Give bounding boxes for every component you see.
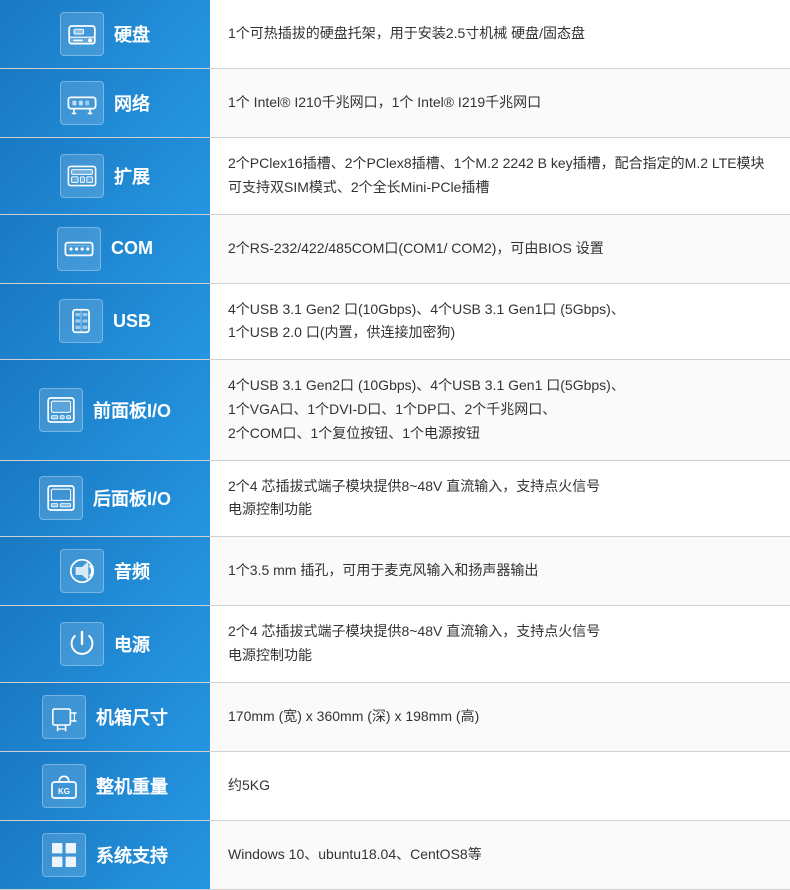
audio-label: 音频 (114, 558, 150, 584)
spec-value-hard-disk: 1个可热插拔的硬盘托架，用于安装2.5寸机械 硬盘/固态盘 (210, 0, 790, 68)
spec-value-text-network: 1个 Intel® I210千兆网口，1个 Intel® I219千兆网口 (228, 91, 541, 115)
front-io-icon (39, 388, 83, 432)
spec-value-text-usb: 4个USB 3.1 Gen2 口(10Gbps)、4个USB 3.1 Gen1口… (228, 298, 625, 346)
spec-value-audio: 1个3.5 mm 插孔，可用于麦克风输入和扬声器输出 (210, 537, 790, 605)
spec-value-com: 2个RS-232/422/485COM口(COM1/ COM2)，可由BIOS … (210, 215, 790, 283)
spec-row-front-io: 前面板I/O 4个USB 3.1 Gen2口 (10Gbps)、4个USB 3.1… (0, 360, 790, 460)
spec-row-usb: USB 4个USB 3.1 Gen2 口(10Gbps)、4个USB 3.1 Ge… (0, 284, 790, 361)
spec-value-text-hard-disk: 1个可热插拔的硬盘托架，用于安装2.5寸机械 硬盘/固态盘 (228, 22, 585, 46)
front-io-label: 前面板I/O (93, 397, 171, 423)
spec-value-text-audio: 1个3.5 mm 插孔，可用于麦克风输入和扬声器输出 (228, 559, 538, 583)
spec-row-hard-disk: 硬盘 1个可热插拔的硬盘托架，用于安装2.5寸机械 硬盘/固态盘 (0, 0, 790, 69)
spec-value-text-expansion: 2个PClex16插槽、2个PClex8插槽、1个M.2 2242 B key插… (228, 152, 772, 200)
spec-value-text-power: 2个4 芯插拔式端子模块提供8~48V 直流输入，支持点火信号 电源控制功能 (228, 620, 600, 668)
spec-row-com: COM 2个RS-232/422/485COM口(COM1/ COM2)，可由BI… (0, 215, 790, 284)
spec-value-text-front-io: 4个USB 3.1 Gen2口 (10Gbps)、4个USB 3.1 Gen1 … (228, 374, 625, 445)
power-icon (60, 622, 104, 666)
spec-value-text-rear-io: 2个4 芯插拔式端子模块提供8~48V 直流输入，支持点火信号 电源控制功能 (228, 475, 600, 523)
spec-label-audio: 音频 (0, 537, 210, 605)
spec-row-os: 系统支持 Windows 10、ubuntu18.04、CentOS8等 (0, 821, 790, 890)
svg-text:KG: KG (58, 787, 70, 796)
spec-value-front-io: 4个USB 3.1 Gen2口 (10Gbps)、4个USB 3.1 Gen1 … (210, 360, 790, 459)
usb-label: USB (113, 311, 151, 332)
spec-value-weight: 约5KG (210, 752, 790, 820)
weight-label: 整机重量 (96, 773, 168, 799)
spec-value-text-dimensions: 170mm (宽) x 360mm (深) x 198mm (高) (228, 705, 479, 729)
spec-row-dimensions: 机箱尺寸 170mm (宽) x 360mm (深) x 198mm (高) (0, 683, 790, 752)
spec-value-rear-io: 2个4 芯插拔式端子模块提供8~48V 直流输入，支持点火信号 电源控制功能 (210, 461, 790, 537)
com-label: COM (111, 238, 153, 259)
spec-row-power: 电源 2个4 芯插拔式端子模块提供8~48V 直流输入，支持点火信号 电源控制功能 (0, 606, 790, 683)
spec-value-dimensions: 170mm (宽) x 360mm (深) x 198mm (高) (210, 683, 790, 751)
rear-io-icon (39, 476, 83, 520)
expansion-label: 扩展 (114, 163, 150, 189)
spec-value-expansion: 2个PClex16插槽、2个PClex8插槽、1个M.2 2242 B key插… (210, 138, 790, 214)
spec-label-expansion: 扩展 (0, 138, 210, 214)
os-icon (42, 833, 86, 877)
rear-io-label: 后面板I/O (93, 485, 171, 511)
audio-icon (60, 549, 104, 593)
spec-row-audio: 音频 1个3.5 mm 插孔，可用于麦克风输入和扬声器输出 (0, 537, 790, 606)
spec-label-usb: USB (0, 284, 210, 360)
expansion-icon (60, 154, 104, 198)
spec-label-rear-io: 后面板I/O (0, 461, 210, 537)
spec-row-rear-io: 后面板I/O 2个4 芯插拔式端子模块提供8~48V 直流输入，支持点火信号 电源… (0, 461, 790, 538)
spec-label-dimensions: 机箱尺寸 (0, 683, 210, 751)
network-icon (60, 81, 104, 125)
spec-label-weight: KG 整机重量 (0, 752, 210, 820)
weight-icon: KG (42, 764, 86, 808)
usb-icon (59, 299, 103, 343)
spec-value-text-weight: 约5KG (228, 774, 270, 798)
spec-label-com: COM (0, 215, 210, 283)
spec-row-weight: KG 整机重量约5KG (0, 752, 790, 821)
spec-label-hard-disk: 硬盘 (0, 0, 210, 68)
dimensions-icon (42, 695, 86, 739)
spec-row-expansion: 扩展 2个PClex16插槽、2个PClex8插槽、1个M.2 2242 B ke… (0, 138, 790, 215)
spec-row-network: 网络 1个 Intel® I210千兆网口，1个 Intel® I219千兆网口 (0, 69, 790, 138)
hard-disk-icon (60, 12, 104, 56)
os-label: 系统支持 (96, 842, 168, 868)
spec-label-os: 系统支持 (0, 821, 210, 889)
dimensions-label: 机箱尺寸 (96, 704, 168, 730)
spec-value-network: 1个 Intel® I210千兆网口，1个 Intel® I219千兆网口 (210, 69, 790, 137)
spec-label-power: 电源 (0, 606, 210, 682)
spec-value-text-com: 2个RS-232/422/485COM口(COM1/ COM2)，可由BIOS … (228, 237, 604, 261)
power-label: 电源 (114, 631, 150, 657)
spec-value-power: 2个4 芯插拔式端子模块提供8~48V 直流输入，支持点火信号 电源控制功能 (210, 606, 790, 682)
hard-disk-label: 硬盘 (114, 21, 150, 47)
spec-label-network: 网络 (0, 69, 210, 137)
com-icon (57, 227, 101, 271)
spec-table: 硬盘 1个可热插拔的硬盘托架，用于安装2.5寸机械 硬盘/固态盘 网络 1个 Int… (0, 0, 790, 890)
network-label: 网络 (114, 90, 150, 116)
spec-label-front-io: 前面板I/O (0, 360, 210, 459)
spec-value-text-os: Windows 10、ubuntu18.04、CentOS8等 (228, 843, 482, 867)
spec-value-usb: 4个USB 3.1 Gen2 口(10Gbps)、4个USB 3.1 Gen1口… (210, 284, 790, 360)
spec-value-os: Windows 10、ubuntu18.04、CentOS8等 (210, 821, 790, 889)
